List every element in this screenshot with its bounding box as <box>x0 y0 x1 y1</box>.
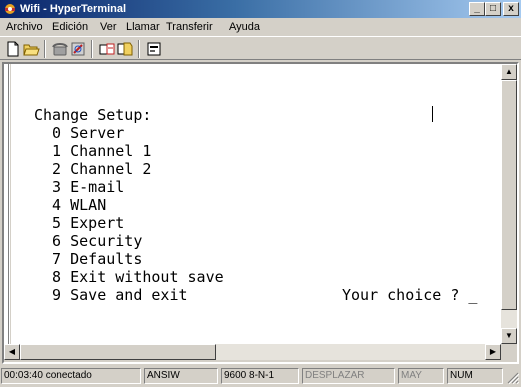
horizontal-scrollbar[interactable]: ◀ ▶ <box>4 344 501 360</box>
toolbar-separator <box>44 40 46 58</box>
minimize-button[interactable]: _ <box>469 2 485 16</box>
open-folder-icon[interactable] <box>22 40 40 58</box>
terminal-line: 5 Expert <box>34 214 125 232</box>
hyperterminal-window: Wifi - HyperTerminal _ □ x Archivo Edici… <box>0 0 521 385</box>
vertical-scrollbar[interactable]: ▲ ▼ <box>501 64 517 344</box>
terminal-screen[interactable]: Change Setup: 0 Server 1 Channel 1 2 Cha… <box>4 64 501 344</box>
terminal-line: 6 Security <box>34 232 143 250</box>
terminal-line: 2 Channel 2 <box>34 160 152 178</box>
terminal-line: 9 Save and exit <box>34 286 188 304</box>
terminal-line: 7 Defaults <box>34 250 143 268</box>
window-title: Wifi - HyperTerminal <box>20 3 127 15</box>
vertical-scroll-thumb[interactable] <box>501 80 517 310</box>
terminal-line: 3 E-mail <box>34 178 125 196</box>
menu-bar: Archivo Edición Ver Llamar Transferir Ay… <box>0 19 521 36</box>
terminal-line: Change Setup: <box>34 106 152 124</box>
scroll-down-icon[interactable]: ▼ <box>501 328 517 344</box>
terminal-line: 8 Exit without save <box>34 268 224 286</box>
terminal-line: 1 Channel 1 <box>34 142 152 160</box>
scroll-up-icon[interactable]: ▲ <box>501 64 517 80</box>
menu-ayuda[interactable]: Ayuda <box>229 21 260 33</box>
menu-transferir[interactable]: Transferir <box>166 21 213 33</box>
maximize-button[interactable]: □ <box>485 2 501 16</box>
status-emulation: ANSIW <box>144 368 218 384</box>
scroll-left-icon[interactable]: ◀ <box>4 344 20 360</box>
phone-icon[interactable] <box>51 40 69 58</box>
send-icon[interactable] <box>98 40 116 58</box>
status-scroll-lock: DESPLAZAR <box>302 368 395 384</box>
status-caps-lock: MAY <box>398 368 444 384</box>
close-button[interactable]: x <box>503 2 519 16</box>
resize-grip-icon[interactable] <box>505 370 520 385</box>
terminal-line: 4 WLAN <box>34 196 107 214</box>
menu-archivo[interactable]: Archivo <box>6 21 43 33</box>
terminal-client-area: Change Setup: 0 Server 1 Channel 1 2 Cha… <box>2 62 519 364</box>
new-file-icon[interactable] <box>4 40 22 58</box>
scrollbar-corner <box>501 344 517 360</box>
toolbar-separator <box>138 40 140 58</box>
properties-icon[interactable] <box>145 40 163 58</box>
text-cursor <box>432 106 433 122</box>
hang-up-icon[interactable] <box>69 40 87 58</box>
toolbar <box>0 36 521 60</box>
status-connection-time: 00:03:40 conectado <box>1 368 141 384</box>
horizontal-scroll-thumb[interactable] <box>20 344 216 360</box>
terminal-line: 0 Server <box>34 124 125 142</box>
toolbar-separator <box>91 40 93 58</box>
terminal-prompt: Your choice ? _ <box>342 286 478 304</box>
receive-icon[interactable] <box>116 40 134 58</box>
status-port-settings: 9600 8-N-1 <box>221 368 299 384</box>
status-bar: 00:03:40 conectado ANSIW 9600 8-N-1 DESP… <box>0 366 521 385</box>
title-bar[interactable]: Wifi - HyperTerminal _ □ x <box>0 0 521 18</box>
menu-llamar[interactable]: Llamar <box>126 21 160 33</box>
terminal-left-margin <box>8 64 11 344</box>
menu-edicion[interactable]: Edición <box>52 21 88 33</box>
menu-ver[interactable]: Ver <box>100 21 117 33</box>
status-num-lock: NUM <box>447 368 503 384</box>
hyperterminal-icon[interactable] <box>3 2 17 16</box>
scroll-right-icon[interactable]: ▶ <box>485 344 501 360</box>
